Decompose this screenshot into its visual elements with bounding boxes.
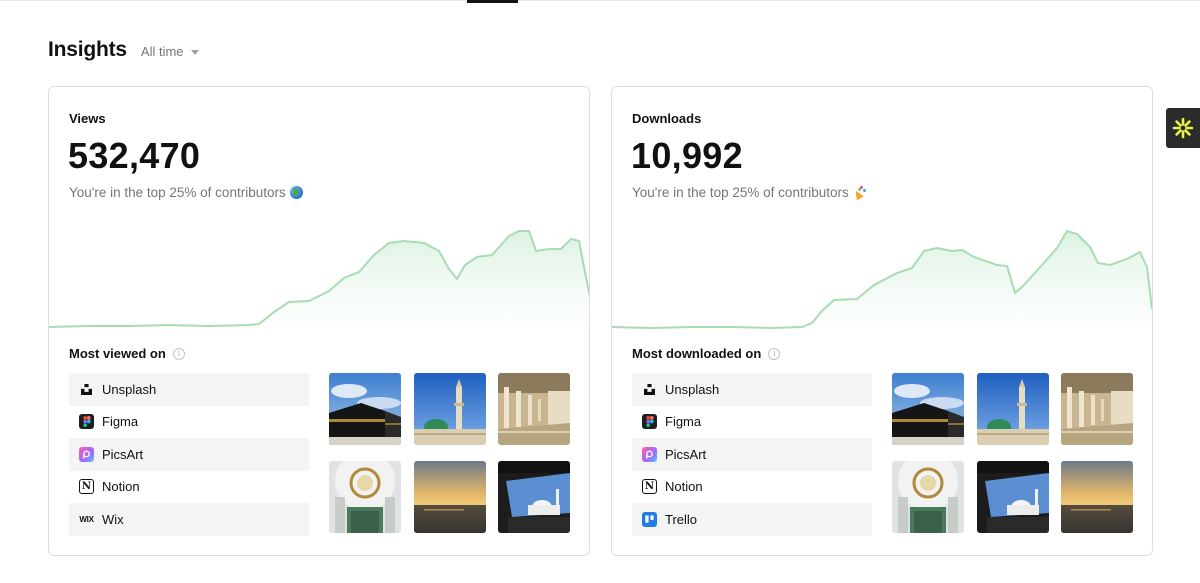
views-platform-list: Unsplash Figma PicsArt N Notion WIX Wix bbox=[69, 373, 309, 536]
platform-label: Trello bbox=[665, 511, 698, 527]
downloads-area bbox=[612, 231, 1152, 333]
time-range-dropdown[interactable]: All time bbox=[141, 44, 199, 59]
downloads-note: You're in the top 25% of contributors bbox=[632, 185, 866, 200]
downloads-label: Downloads bbox=[632, 111, 702, 126]
time-range-label: All time bbox=[140, 44, 184, 59]
photo-thumbnail-mosque-minaret[interactable] bbox=[977, 373, 1049, 445]
views-note-text: You're in the top 25% of contributors bbox=[69, 185, 286, 200]
platform-label: Notion bbox=[665, 479, 703, 495]
figma-icon bbox=[642, 414, 657, 430]
photo-thumbnail-sunset[interactable] bbox=[414, 461, 486, 533]
notion-icon: N bbox=[642, 479, 657, 495]
unsplash-icon bbox=[79, 382, 94, 397]
platform-label: Figma bbox=[665, 414, 702, 430]
platform-item-notion[interactable]: N Notion bbox=[69, 471, 309, 504]
globe-icon bbox=[289, 186, 303, 199]
platform-item-figma[interactable]: Figma bbox=[69, 406, 309, 439]
info-icon[interactable]: i bbox=[172, 347, 185, 360]
platform-item-unsplash[interactable]: Unsplash bbox=[632, 373, 872, 406]
photo-thumbnail-kaaba[interactable] bbox=[892, 373, 964, 445]
downloads-photo-grid bbox=[892, 373, 1133, 533]
platform-label: Wix bbox=[102, 511, 124, 527]
caret-down-icon bbox=[190, 49, 199, 55]
views-note: You're in the top 25% of contributors bbox=[69, 185, 303, 200]
figma-icon bbox=[79, 414, 94, 430]
platform-label: Unsplash bbox=[665, 381, 720, 397]
insights-header: Insights All time bbox=[48, 38, 199, 62]
photo-thumbnail-chandelier[interactable] bbox=[329, 461, 401, 533]
page-title: Insights bbox=[48, 38, 127, 61]
photo-thumbnail-car-window[interactable] bbox=[977, 461, 1049, 533]
platform-label: Unsplash bbox=[102, 381, 157, 397]
views-sparkline bbox=[49, 230, 589, 333]
photo-thumbnail-car-window[interactable] bbox=[498, 461, 570, 533]
most-viewed-label: Most viewed on bbox=[69, 346, 166, 361]
photo-thumbnail-arcade[interactable] bbox=[1061, 373, 1133, 445]
most-downloaded-label: Most downloaded on bbox=[632, 346, 762, 361]
platform-label: PicsArt bbox=[102, 446, 144, 462]
photo-thumbnail-arcade[interactable] bbox=[498, 373, 570, 445]
views-photo-grid bbox=[329, 373, 570, 533]
views-card: Views 532,470 You're in the top 25% of c… bbox=[48, 86, 590, 556]
photo-thumbnail-chandelier[interactable] bbox=[892, 461, 964, 533]
trello-icon bbox=[642, 511, 657, 527]
downloads-card: Downloads 10,992 You're in the top 25% o… bbox=[611, 86, 1153, 556]
platform-label: PicsArt bbox=[665, 446, 707, 462]
photo-thumbnail-mosque-minaret[interactable] bbox=[414, 373, 486, 445]
top-tab-bar bbox=[0, 0, 1200, 3]
views-value: 532,470 bbox=[68, 135, 201, 176]
downloads-value: 10,992 bbox=[631, 135, 743, 176]
platform-item-wix[interactable]: WIX Wix bbox=[69, 503, 309, 536]
platform-item-figma[interactable]: Figma bbox=[632, 406, 872, 439]
sparkle-icon bbox=[1172, 117, 1194, 139]
active-tab-indicator bbox=[467, 0, 518, 3]
downloads-sparkline bbox=[612, 229, 1152, 333]
platform-label: Figma bbox=[102, 414, 139, 430]
views-area bbox=[49, 231, 589, 333]
unsplash-icon bbox=[642, 382, 657, 397]
picsart-icon bbox=[642, 446, 657, 462]
platform-item-unsplash[interactable]: Unsplash bbox=[69, 373, 309, 406]
downloads-note-text: You're in the top 25% of contributors bbox=[632, 185, 849, 200]
photo-thumbnail-kaaba[interactable] bbox=[329, 373, 401, 445]
platform-item-notion[interactable]: N Notion bbox=[632, 471, 872, 504]
platform-label: Notion bbox=[102, 479, 140, 495]
platform-item-picsart[interactable]: PicsArt bbox=[632, 438, 872, 471]
photo-thumbnail-sunset[interactable] bbox=[1061, 461, 1133, 533]
views-label: Views bbox=[69, 111, 106, 126]
downloads-platform-list: Unsplash Figma PicsArt N Notion Trello bbox=[632, 373, 872, 536]
platform-item-trello[interactable]: Trello bbox=[632, 503, 872, 536]
picsart-icon bbox=[79, 446, 94, 462]
platform-item-picsart[interactable]: PicsArt bbox=[69, 438, 309, 471]
notion-icon: N bbox=[79, 479, 94, 495]
most-viewed-title: Most viewed on i bbox=[69, 346, 185, 361]
floating-sparkle-button[interactable] bbox=[1166, 108, 1200, 148]
wix-icon: WIX bbox=[79, 514, 94, 524]
party-popper-icon bbox=[853, 186, 866, 199]
info-icon[interactable]: i bbox=[768, 347, 781, 360]
most-downloaded-title: Most downloaded on i bbox=[632, 346, 781, 361]
